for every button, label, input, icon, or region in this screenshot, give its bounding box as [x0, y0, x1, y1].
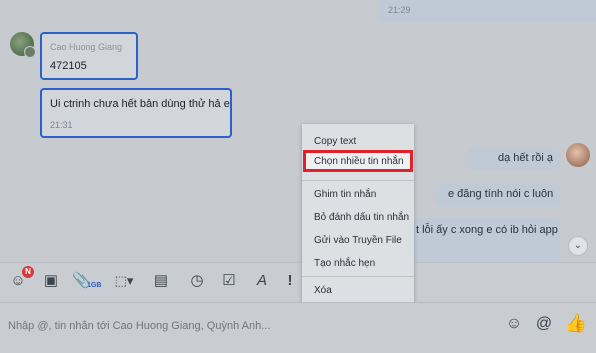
urgent-icon[interactable]: !	[284, 272, 296, 290]
menu-divider	[302, 276, 414, 277]
file-size-label: 1GB	[87, 282, 102, 289]
reminder-icon[interactable]: ◷	[186, 272, 208, 290]
like-icon[interactable]: 👍	[564, 311, 588, 335]
task-icon[interactable]: ☑	[218, 272, 240, 290]
menu-item-copy-text[interactable]: Copy text	[314, 136, 356, 147]
message-time: 21:29	[388, 5, 411, 15]
menu-item-unmark[interactable]: Bỏ đánh dấu tin nhắn	[314, 212, 409, 223]
sender-name: Cao Huong Giang	[50, 42, 123, 52]
message-input[interactable]	[8, 318, 488, 334]
incoming-message-bubble[interactable]: Cao Huong Giang 472105	[40, 32, 138, 80]
menu-divider	[302, 180, 414, 181]
avatar[interactable]	[10, 32, 36, 58]
incoming-message-bubble[interactable]: Ui ctrinh chưa hết bản dùng thử hả e 21:…	[40, 88, 232, 138]
message-text: 472105	[50, 60, 87, 72]
mention-icon[interactable]: @	[534, 314, 554, 334]
scroll-down-icon[interactable]: ⌄	[568, 236, 588, 256]
avatar[interactable]	[566, 143, 590, 167]
outgoing-message-bubble[interactable]: e đăng tính nói c luôn	[436, 183, 560, 207]
screenshot-icon[interactable]: ⬚▾	[108, 272, 140, 290]
menu-item-create-reminder[interactable]: Tạo nhắc hẹn	[314, 258, 375, 269]
notification-badge: N	[22, 266, 34, 278]
message-context-menu: Copy text Chọn nhiều tin nhắn Ghim tin n…	[302, 124, 414, 306]
outgoing-message-bubble[interactable]: dạ hết rồi ạ	[468, 148, 560, 170]
status-dot-icon	[24, 46, 36, 58]
message-text: Ui ctrinh chưa hết bản dùng thử hả e	[50, 98, 230, 110]
chat-area: 21:29 Cao Huong Giang 472105 Ui ctrinh c…	[0, 0, 596, 262]
menu-item-select-multiple[interactable]: Chọn nhiều tin nhắn	[314, 156, 404, 167]
menu-item-pin[interactable]: Ghim tin nhắn	[314, 189, 376, 200]
outgoing-message-bubble[interactable]: t lỗi ấy c xong e có ib hỏi app	[410, 218, 560, 262]
emoji-icon[interactable]: ☺	[504, 314, 524, 334]
image-icon[interactable]: ▣	[40, 272, 62, 290]
menu-item-delete[interactable]: Xóa	[314, 285, 332, 296]
outgoing-bubble-partial[interactable]: 21:29	[378, 0, 596, 22]
contact-card-icon[interactable]: ▤	[150, 272, 172, 290]
attach-icon[interactable]: 📎	[72, 272, 91, 290]
message-time: 21:31	[50, 120, 73, 130]
menu-item-send-to-file-transfer[interactable]: Gửi vào Truyền File	[314, 235, 402, 246]
format-icon[interactable]: A	[252, 272, 272, 290]
